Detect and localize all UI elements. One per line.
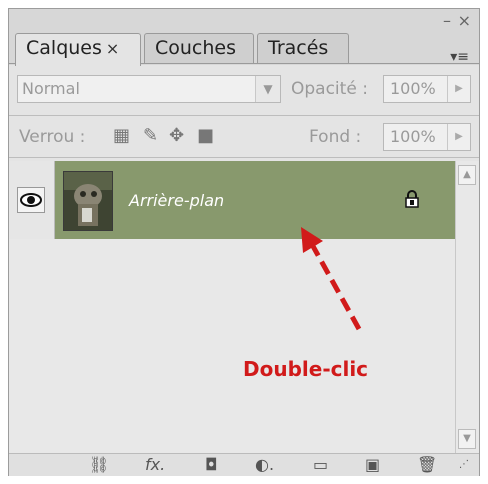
- lock-position-icon[interactable]: ✥: [169, 125, 184, 146]
- layers-panel: – × Calques × Couches Tracés ▾≡ Normal ▼ …: [8, 8, 480, 476]
- panel-header: – × Calques × Couches Tracés ▾≡: [9, 9, 479, 66]
- layers-list: Arrière-plan: [9, 161, 455, 453]
- blend-row: Normal ▼ Opacité : 100% ▶: [9, 69, 479, 113]
- trash-icon[interactable]: 🗑: [417, 454, 437, 476]
- tab-label: Calques: [26, 37, 102, 59]
- tab-close-icon[interactable]: ×: [106, 39, 119, 58]
- opacity-label: Opacité :: [291, 79, 368, 99]
- opacity-arrow-icon[interactable]: ▶: [447, 76, 470, 102]
- scroll-up-icon[interactable]: ▲: [458, 165, 476, 185]
- fill-field[interactable]: 100% ▶: [383, 123, 471, 151]
- adjustment-layer-icon[interactable]: ◐.: [255, 454, 274, 476]
- visibility-toggle[interactable]: [17, 187, 45, 213]
- new-layer-icon[interactable]: ▣: [365, 454, 380, 476]
- tab-label: Tracés: [268, 37, 329, 59]
- opacity-value: 100%: [390, 79, 436, 98]
- fx-icon[interactable]: fx.: [145, 454, 165, 476]
- link-layers-icon[interactable]: ⛓: [89, 454, 109, 476]
- lock-row: Verrou : ▦ ✎ ✥ ■ Fond : 100% ▶: [9, 121, 479, 155]
- lock-transparency-icon[interactable]: ▦: [113, 125, 130, 146]
- layer-row[interactable]: Arrière-plan: [9, 161, 455, 239]
- resize-grip-icon[interactable]: ⋰: [459, 454, 469, 476]
- eye-icon: [20, 193, 42, 207]
- visibility-cell[interactable]: [9, 161, 55, 239]
- chevron-down-icon[interactable]: ▼: [255, 76, 280, 102]
- tab-couches[interactable]: Couches: [144, 33, 254, 63]
- minimize-button[interactable]: –: [443, 13, 451, 29]
- opacity-field[interactable]: 100% ▶: [383, 75, 471, 103]
- selected-layer[interactable]: Arrière-plan: [55, 161, 455, 239]
- scroll-down-icon[interactable]: ▼: [458, 429, 476, 449]
- blend-mode-select[interactable]: Normal ▼: [17, 75, 281, 103]
- fill-arrow-icon[interactable]: ▶: [447, 124, 470, 150]
- mask-icon[interactable]: ◘: [205, 454, 218, 476]
- lock-all-icon[interactable]: ■: [197, 125, 214, 146]
- layer-name[interactable]: Arrière-plan: [129, 191, 224, 210]
- lock-icon: [405, 190, 419, 208]
- blend-mode-value: Normal: [22, 79, 80, 98]
- folder-icon[interactable]: ▭: [313, 454, 328, 476]
- lock-image-icon[interactable]: ✎: [143, 125, 158, 146]
- layer-thumbnail: [63, 171, 113, 231]
- annotation-arrow: [301, 227, 362, 331]
- scrollbar[interactable]: ▲ ▼: [455, 161, 479, 453]
- tab-label: Couches: [155, 37, 237, 59]
- fill-label: Fond :: [309, 127, 362, 147]
- tab-traces[interactable]: Tracés: [257, 33, 349, 63]
- divider: [9, 115, 479, 116]
- panel-footer: ⛓ fx. ◘ ◐. ▭ ▣ 🗑 ⋰: [9, 453, 479, 476]
- fill-value: 100%: [390, 127, 436, 146]
- close-button[interactable]: ×: [458, 13, 471, 29]
- divider: [9, 157, 479, 158]
- annotation-label: Double-clic: [243, 357, 369, 381]
- tab-calques[interactable]: Calques ×: [15, 33, 141, 66]
- lock-label: Verrou :: [19, 127, 86, 147]
